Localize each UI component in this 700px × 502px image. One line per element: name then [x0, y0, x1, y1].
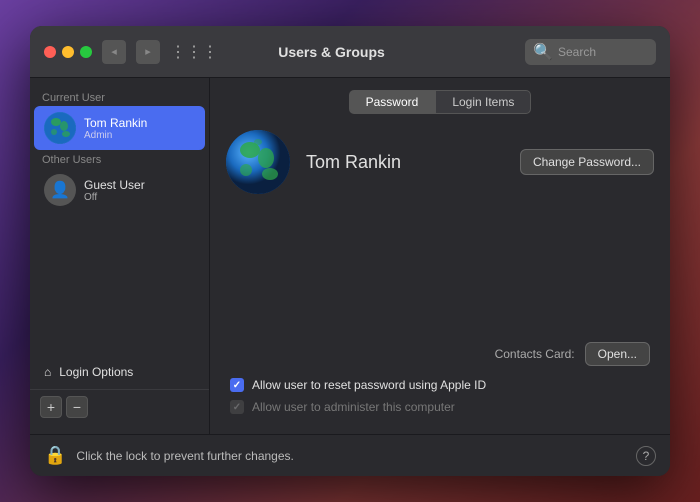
bottom-bar: 🔒 Click the lock to prevent further chan…	[30, 434, 670, 476]
tab-login-items[interactable]: Login Items	[435, 90, 531, 114]
titlebar: ◂ ▸ ⋮⋮⋮ Users & Groups 🔍	[30, 26, 670, 78]
current-user-label: Current User	[30, 88, 209, 106]
admin-checkbox[interactable]	[230, 400, 244, 414]
search-box[interactable]: 🔍	[525, 39, 656, 65]
change-password-button[interactable]: Change Password...	[520, 149, 654, 175]
user-role-guest: Off	[84, 192, 145, 203]
search-icon: 🔍	[533, 42, 553, 62]
back-button[interactable]: ◂	[102, 40, 126, 64]
checkbox-row-2: Allow user to administer this computer	[226, 400, 654, 414]
admin-label: Allow user to administer this computer	[252, 400, 455, 414]
contacts-card-row: Contacts Card: Open...	[226, 342, 654, 366]
window-title: Users & Groups	[148, 44, 515, 60]
reset-password-label: Allow user to reset password using Apple…	[252, 378, 486, 392]
login-options-label: Login Options	[59, 365, 133, 379]
user-info-tom: Tom Rankin Admin	[84, 116, 147, 141]
user-info-guest: Guest User Off	[84, 178, 145, 203]
traffic-lights	[44, 46, 92, 58]
avatar-tom	[44, 112, 76, 144]
sidebar: Current User Tom Rankin Admin	[30, 78, 210, 434]
back-icon: ◂	[111, 45, 117, 58]
earth-icon	[44, 112, 76, 144]
sidebar-item-tom-rankin[interactable]: Tom Rankin Admin	[34, 106, 205, 150]
contacts-card-label: Contacts Card:	[495, 347, 575, 361]
add-user-button[interactable]: +	[40, 396, 62, 418]
login-options-item[interactable]: ⌂ Login Options	[34, 359, 205, 385]
avatar-guest: 👤	[44, 174, 76, 206]
user-profile: Tom Rankin Change Password...	[226, 130, 654, 194]
other-users-label: Other Users	[30, 150, 209, 168]
user-role-tom: Admin	[84, 130, 147, 141]
user-name-tom: Tom Rankin	[84, 116, 147, 130]
profile-earth-icon	[226, 130, 290, 194]
bottom-message: Click the lock to prevent further change…	[76, 449, 626, 463]
help-button[interactable]: ?	[636, 446, 656, 466]
profile-avatar	[226, 130, 290, 194]
guest-icon: 👤	[50, 180, 70, 200]
profile-name: Tom Rankin	[306, 152, 504, 173]
fullscreen-button[interactable]	[80, 46, 92, 58]
sidebar-item-guest[interactable]: 👤 Guest User Off	[34, 168, 205, 212]
reset-password-checkbox[interactable]	[230, 378, 244, 392]
sidebar-toolbar: + −	[30, 389, 209, 424]
house-icon: ⌂	[44, 365, 51, 379]
open-button[interactable]: Open...	[585, 342, 650, 366]
tab-password[interactable]: Password	[349, 90, 436, 114]
minimize-button[interactable]	[62, 46, 74, 58]
close-button[interactable]	[44, 46, 56, 58]
lock-icon[interactable]: 🔒	[44, 445, 66, 466]
detail-panel: Password Login Items	[210, 78, 670, 434]
user-name-guest: Guest User	[84, 178, 145, 192]
checkbox-row-1: Allow user to reset password using Apple…	[226, 378, 654, 392]
main-content: Current User Tom Rankin Admin	[30, 78, 670, 434]
tab-bar: Password Login Items	[226, 90, 654, 114]
search-input[interactable]	[558, 45, 648, 59]
remove-user-button[interactable]: −	[66, 396, 88, 418]
window: ◂ ▸ ⋮⋮⋮ Users & Groups 🔍 Current User	[30, 26, 670, 476]
